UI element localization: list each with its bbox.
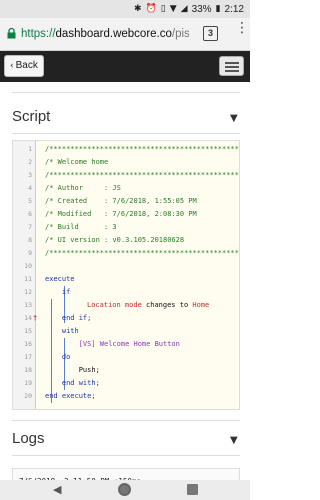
trigger-marker: † <box>33 314 38 322</box>
app-header: ‹ Back <box>0 51 250 82</box>
hamburger-menu-button[interactable] <box>219 56 244 76</box>
tab-switcher-button[interactable]: 3 <box>203 26 218 41</box>
nav-recents-icon[interactable] <box>187 484 198 495</box>
code-lines: 1/**************************************… <box>13 143 239 403</box>
divider <box>12 133 240 134</box>
code-line: 3/**************************************… <box>28 171 239 179</box>
code-line: 11 execute <box>24 275 75 283</box>
battery-icon: ▮ <box>215 4 221 14</box>
condition-operator: changes to <box>146 301 189 309</box>
lock-icon <box>7 28 16 39</box>
nav-back-icon[interactable]: ◀ <box>53 483 61 496</box>
chevron-down-icon[interactable]: ▼ <box>230 113 238 124</box>
code-line: 5/* Created : 7/6/2018, 1:55:05 PM <box>28 197 197 205</box>
code-line: 12 if <box>24 288 71 296</box>
code-line: 8/* UI version : v0.3.105.20180628 <box>28 236 185 244</box>
code-line: 18 Push; <box>24 366 100 374</box>
url-host: dashboard.webcore.co <box>55 28 172 40</box>
signal-icon: ◢ <box>180 4 188 14</box>
url-path: /piston <box>171 28 189 40</box>
divider <box>12 455 240 456</box>
chevron-left-icon: ‹ <box>10 61 14 71</box>
menu-bar <box>225 66 239 68</box>
clock: 2:12 <box>224 3 244 15</box>
code-line: 14 † end if; <box>13 312 239 325</box>
more-options-icon[interactable]: ⋮ <box>235 21 249 42</box>
alarm-icon: ⏰ <box>145 4 157 14</box>
code-line: 20 end execute; <box>24 392 96 400</box>
browser-toolbar: https://dashboard.webcore.co/piston 3 ⋮ <box>0 18 250 51</box>
logs-section-title: Logs <box>12 430 45 447</box>
vibrate-icon: ▯ <box>160 4 166 14</box>
code-line: 16 [VS] Welcome Home Button <box>24 340 180 348</box>
system-nav-bar: ◀ <box>0 480 250 500</box>
code-line: 2/* Welcome home */ <box>28 158 109 166</box>
code-line: 4/* Author : JS <box>28 184 121 192</box>
url-scheme: https:// <box>21 28 56 40</box>
code-line: 15 with <box>24 327 79 335</box>
code-line: 9/**************************************… <box>28 249 239 257</box>
condition-subject: Location mode <box>87 301 142 309</box>
code-line: 7/* Build : 3 <box>28 223 117 231</box>
status-icons: ✱ ⏰ ▯ ▼ ◢ 33% ▮ 2:12 <box>134 3 244 15</box>
back-button[interactable]: ‹ Back <box>4 55 44 77</box>
divider <box>12 420 240 421</box>
address-bar[interactable]: https://dashboard.webcore.co/piston <box>21 26 189 42</box>
script-section-title: Script <box>12 108 51 125</box>
code-line: 1/**************************************… <box>28 145 239 153</box>
nav-home-icon[interactable] <box>118 483 131 496</box>
code-line: 17 do <box>24 353 71 361</box>
code-line: 6/* Modified : 7/6/2018, 2:08:30 PM <box>28 210 197 218</box>
menu-bar <box>225 62 239 64</box>
back-button-label: Back <box>15 60 38 71</box>
condition-value: Home <box>192 301 210 309</box>
status-bar: ✱ ⏰ ▯ ▼ ◢ 33% ▮ 2:12 <box>0 0 250 18</box>
wifi-icon: ▼ <box>169 4 177 14</box>
chevron-down-icon[interactable]: ▼ <box>230 435 238 446</box>
battery-percent: 33% <box>191 3 212 15</box>
divider <box>12 92 240 93</box>
code-line: 10 <box>24 262 32 270</box>
code-line: 13 Location mode changes to Home <box>24 301 210 309</box>
bluetooth-icon: ✱ <box>134 4 142 14</box>
menu-bar <box>225 70 239 72</box>
script-code-view[interactable]: 1/**************************************… <box>12 140 240 410</box>
code-line: 19 end with; <box>24 379 100 387</box>
